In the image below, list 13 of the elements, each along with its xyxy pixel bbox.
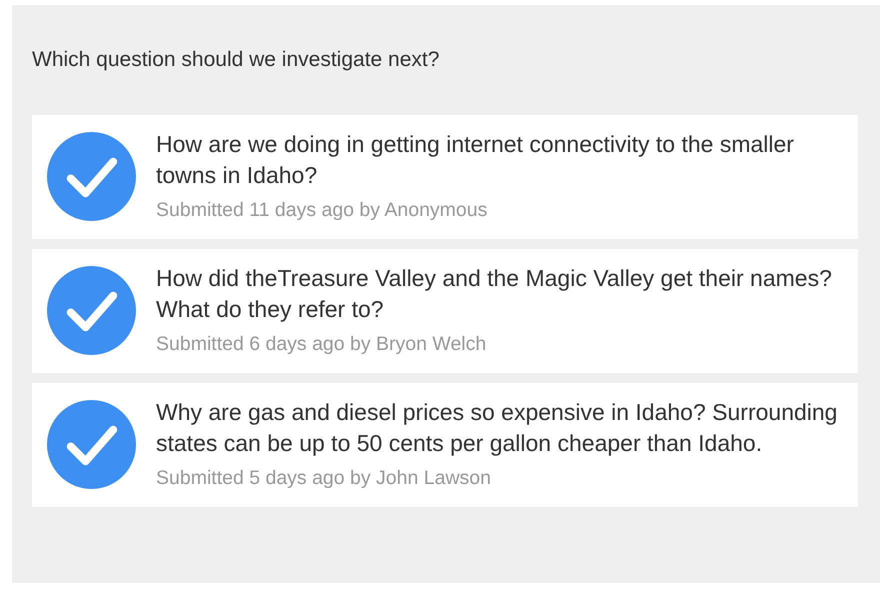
question-card[interactable]: How are we doing in getting internet connectivity to the smaller towns in Idaho? Submitted 11 days ago by Anonymous [32,115,858,239]
checkmark-circle-icon[interactable] [47,132,136,220]
checkmark-circle-icon[interactable] [47,400,136,488]
question-text: How are we doing in getting internet connectivity to the smaller towns in Idaho? [156,130,795,190]
prompt-heading: Which question should we investigate next? [32,47,440,73]
question-text: How did theTreasure Valley and the Magic Valley get their names? What do they refer to? [156,264,833,324]
question-card[interactable]: Why are gas and diesel prices so expensive in Idaho? Surrounding states can be up to 50 cents per gallon cheaper than Idaho. Submitted 5 days ago by John Lawson [32,383,858,507]
submission-info: Submitted 6 days ago by Bryon Welch [156,332,488,357]
question-text: Why are gas and diesel prices so expensive in Idaho? Surrounding states can be up to 50 cents per gallon cheaper than Idaho. [156,398,838,458]
checkmark-circle-icon[interactable] [47,266,136,354]
submission-info: Submitted 5 days ago by John Lawson [156,466,492,491]
question-card[interactable]: How did theTreasure Valley and the Magic Valley get their names? What do they refer to? Submitted 6 days ago by Bryon Welch [32,249,858,373]
submission-info: Submitted 11 days ago by Anonymous [156,198,488,223]
